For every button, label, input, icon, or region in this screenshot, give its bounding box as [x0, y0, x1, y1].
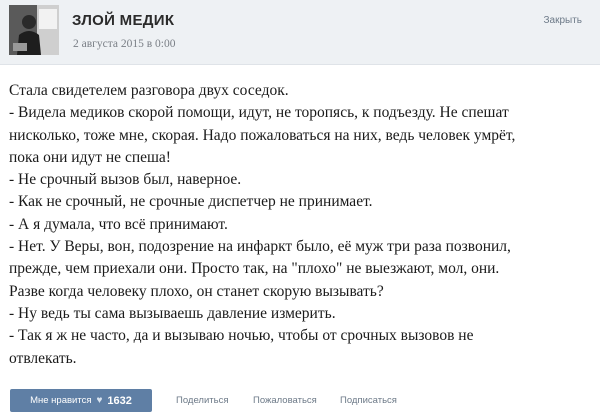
- post-line: пока они идут не спеша!: [9, 148, 171, 166]
- post-line: прежде, чем приехали они. Просто так, на…: [9, 260, 500, 278]
- subscribe-link[interactable]: Подписаться: [340, 395, 397, 406]
- post-line: отвлекать.: [9, 349, 77, 367]
- group-avatar[interactable]: [9, 5, 59, 55]
- like-label: Мне нравится: [30, 395, 92, 406]
- post-header: ЗЛОЙ МЕДИК 2 августа 2015 в 0:00 Закрыть: [0, 0, 600, 65]
- post-line: - Ну ведь ты сама вызываешь давление изм…: [9, 304, 336, 322]
- heart-icon: ♥: [96, 395, 103, 406]
- group-name[interactable]: ЗЛОЙ МЕДИК: [72, 12, 174, 29]
- like-button[interactable]: Мне нравится ♥ 1632: [10, 389, 152, 412]
- post-line: - Не срочный вызов был, наверное.: [9, 171, 242, 189]
- post-line: - Так я ж не часто, да и вызываю ночью, …: [9, 327, 474, 345]
- post-line: - Видела медиков скорой помощи, идут, не…: [9, 104, 509, 122]
- avatar-image: [9, 5, 59, 55]
- post-line: Стала свидетелем разговора двух соседок.: [9, 82, 289, 99]
- report-link[interactable]: Пожаловаться: [253, 395, 317, 406]
- post-footer: Мне нравится ♥ 1632 Поделиться Пожаловат…: [0, 380, 600, 419]
- close-link[interactable]: Закрыть: [543, 15, 582, 26]
- post-line: Разве когда человеку плохо, он станет ск…: [9, 282, 384, 300]
- post-line: - Нет. У Веры, вон, подозрение на инфарк…: [9, 238, 511, 256]
- post-date[interactable]: 2 августа 2015 в 0:00: [73, 38, 176, 50]
- like-count: 1632: [107, 394, 132, 407]
- post-line: нисколько, тоже мне, скорая. Надо пожало…: [9, 126, 516, 144]
- post-text: Стала свидетелем разговора двух соседок.…: [9, 80, 594, 370]
- post-line: - Как не срочный, не срочные диспетчер н…: [9, 193, 373, 211]
- post-line: - А я думала, что всё принимают.: [9, 215, 228, 233]
- share-link[interactable]: Поделиться: [176, 395, 228, 406]
